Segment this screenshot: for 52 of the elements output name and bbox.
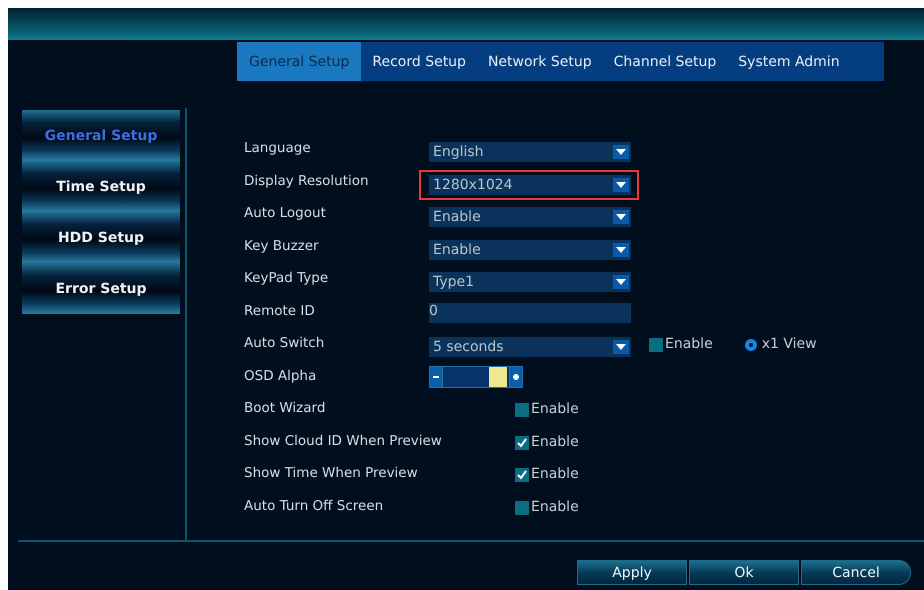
checkbox[interactable]: [515, 436, 529, 450]
checkbox-label: Enable: [531, 401, 579, 417]
setting-label: Remote ID: [244, 302, 316, 318]
checkbox-label: Enable: [531, 466, 579, 482]
caret-icon: [613, 340, 629, 354]
dropdown[interactable]: Enable: [429, 240, 631, 260]
plus-icon: [511, 372, 521, 382]
sidebar-item[interactable]: Time Setup: [22, 161, 180, 212]
checkbox[interactable]: [515, 403, 529, 417]
checkbox[interactable]: [649, 338, 663, 352]
caret-icon: [613, 210, 629, 224]
setting-label: Boot Wizard: [244, 400, 326, 416]
radio-label: x1 View: [762, 336, 817, 352]
setting-label: Auto Turn Off Screen: [244, 498, 384, 514]
checkbox-label: Enable: [665, 336, 713, 352]
radio-button[interactable]: [744, 339, 757, 351]
checkbox[interactable]: [515, 500, 529, 514]
sidebar-item[interactable]: General Setup: [22, 110, 180, 161]
dropdown[interactable]: Type1: [429, 272, 631, 292]
checkbox-label: Enable: [531, 434, 579, 450]
setting-label: Auto Logout: [244, 205, 327, 221]
caret-icon: [613, 242, 629, 256]
caret-icon: [613, 275, 629, 289]
setting-label: Show Cloud ID When Preview: [244, 432, 443, 448]
input-field[interactable]: 0: [429, 302, 631, 322]
caret-icon: [613, 178, 629, 192]
sidebar-item[interactable]: HDD Setup: [22, 212, 180, 263]
minus-button[interactable]: [429, 366, 443, 388]
setting-label: Display Resolution: [244, 172, 370, 188]
tab[interactable]: Channel Setup: [602, 42, 728, 81]
dropdown[interactable]: Enable: [429, 207, 631, 227]
setting-label: KeyPad Type: [244, 270, 330, 286]
caret-icon: [613, 145, 629, 159]
checkbox-label: Enable: [531, 498, 579, 514]
tab[interactable]: Network Setup: [476, 42, 603, 81]
dropdown[interactable]: 5 seconds: [429, 337, 631, 357]
dialog-button[interactable]: Ok: [689, 560, 799, 585]
dialog-button[interactable]: Cancel: [801, 560, 911, 585]
setting-label: Key Buzzer: [244, 238, 320, 254]
tab[interactable]: System Admin: [727, 42, 851, 81]
dropdown[interactable]: English: [429, 142, 631, 162]
checkbox[interactable]: [515, 468, 529, 482]
sidebar-item[interactable]: Error Setup: [22, 263, 180, 314]
dropdown[interactable]: 1280x1024: [429, 174, 631, 194]
slider-thumb[interactable]: [488, 366, 507, 386]
setting-label: Language: [244, 140, 312, 156]
setting-label: OSD Alpha: [244, 368, 318, 384]
setting-label: Show Time When Preview: [244, 465, 419, 481]
plus-button[interactable]: [509, 366, 523, 388]
tab[interactable]: Record Setup: [361, 42, 477, 81]
setting-label: Auto Switch: [244, 335, 326, 351]
dialog-button[interactable]: Apply: [577, 560, 687, 585]
